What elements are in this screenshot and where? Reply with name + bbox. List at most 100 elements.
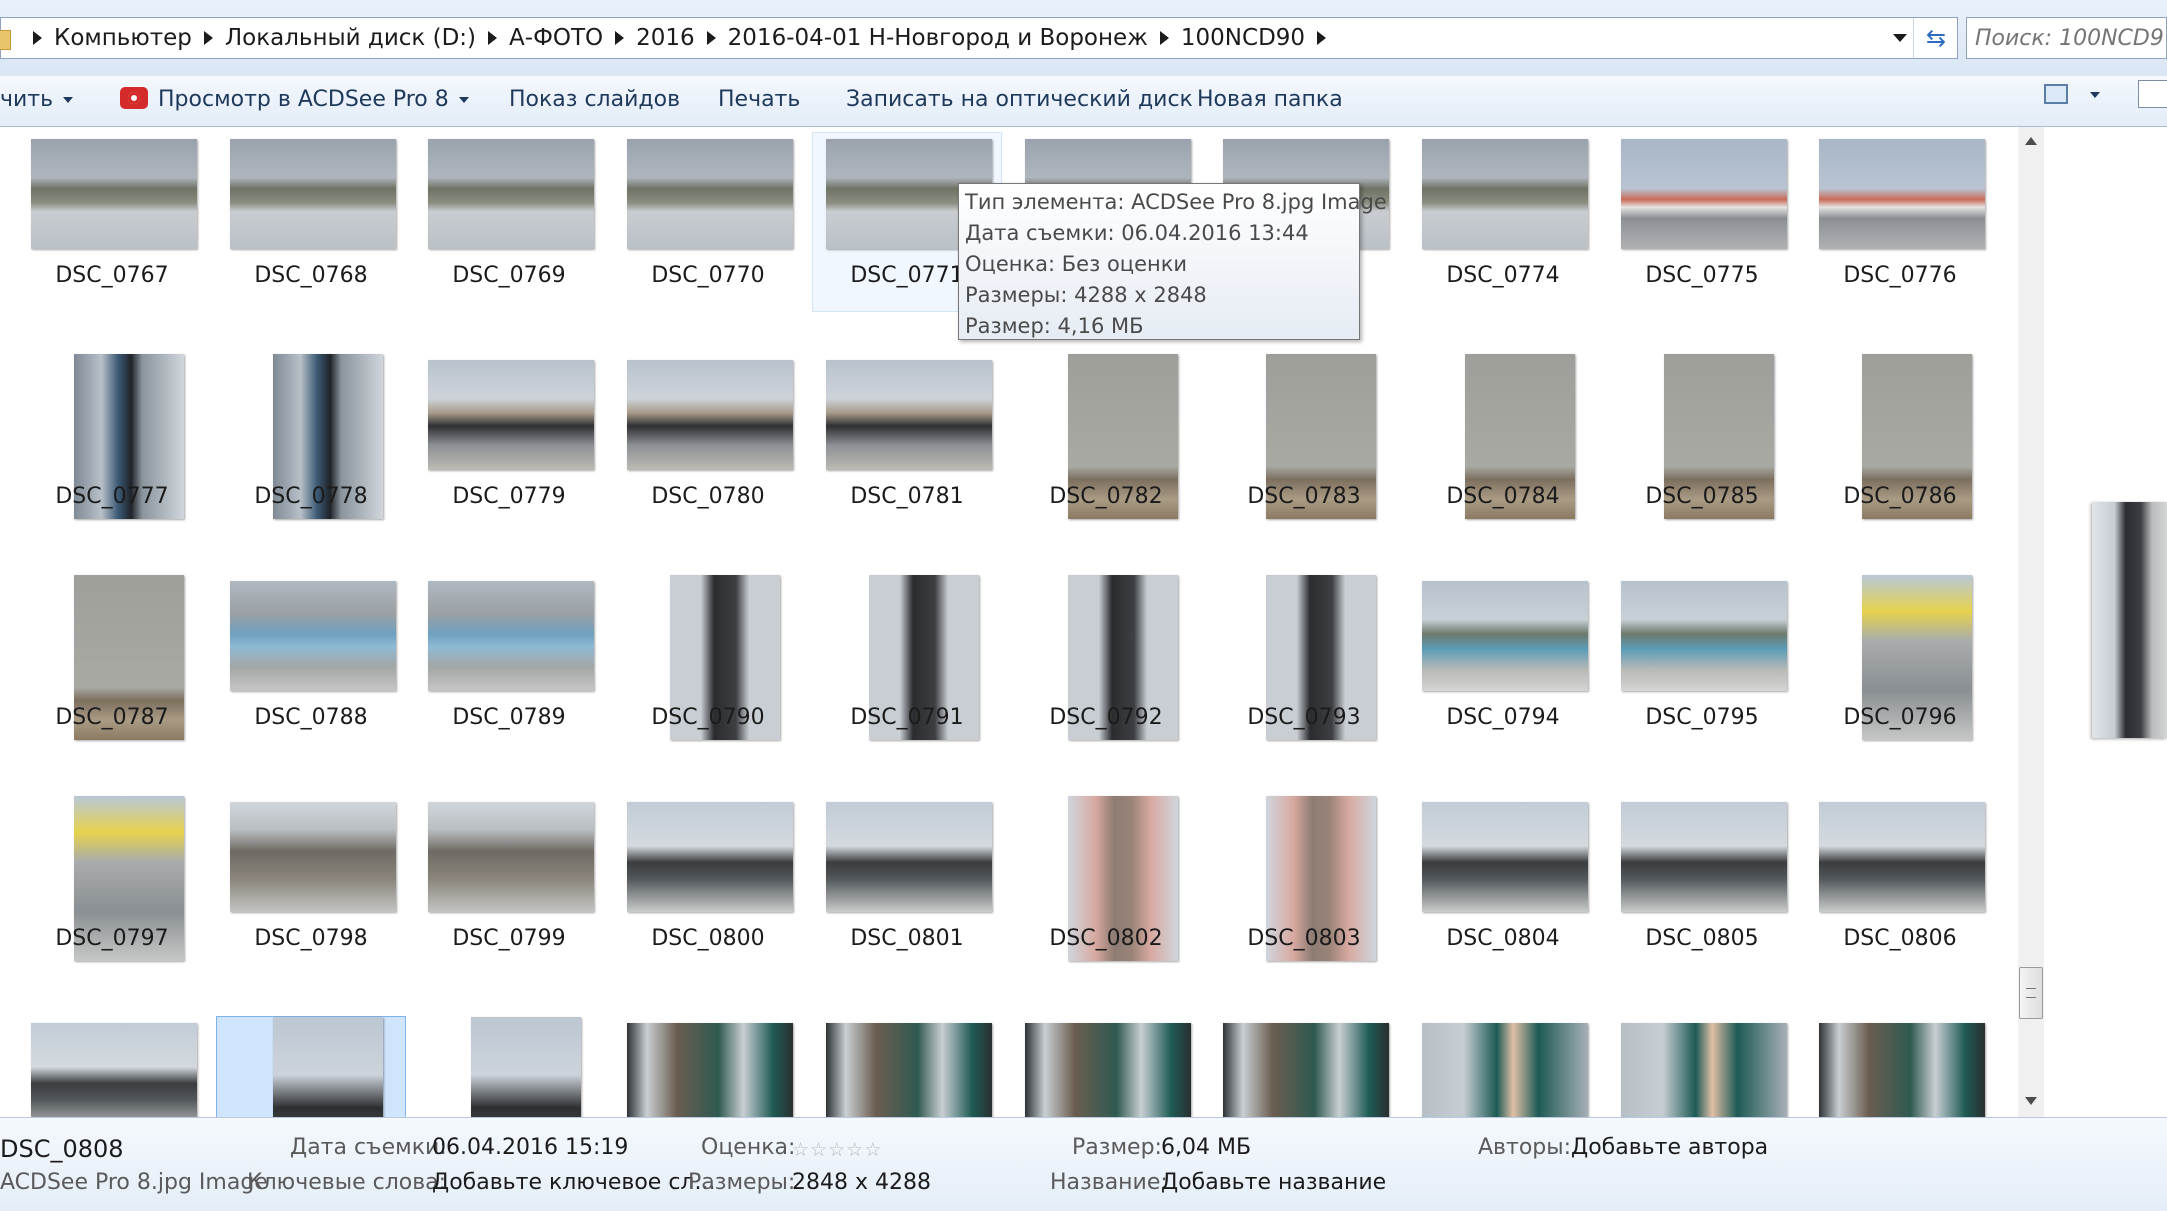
file-item[interactable]: DSC_0792	[1011, 574, 1201, 754]
chevron-right-icon[interactable]	[706, 31, 716, 45]
search-box[interactable]	[1966, 17, 2167, 59]
star-icon[interactable]: ☆	[810, 1139, 827, 1161]
file-item[interactable]	[1805, 1016, 1995, 1117]
breadcrumb-item-a-foto[interactable]: А-ФОТО	[509, 25, 603, 51]
burn-disc-button[interactable]: Записать на оптический диск	[846, 76, 1193, 126]
file-item[interactable]: DSC_0778	[216, 353, 406, 533]
address-history-dropdown[interactable]	[1889, 18, 1911, 58]
rating-stars[interactable]: ☆ ☆ ☆ ☆ ☆	[792, 1139, 882, 1161]
preview-pane-icon[interactable]	[2138, 80, 2167, 108]
file-item[interactable]: DSC_0786	[1805, 353, 1995, 533]
file-item[interactable]: DSC_0797	[17, 795, 207, 975]
thumbnail-image[interactable]	[428, 802, 594, 912]
thumbnail-image[interactable]	[471, 1017, 581, 1117]
file-item[interactable]: DSC_0789	[414, 574, 604, 754]
file-item[interactable]	[17, 1016, 207, 1117]
file-item[interactable]	[812, 1016, 1002, 1117]
thumbnail-image[interactable]	[1621, 1023, 1787, 1117]
date-value[interactable]: 06.04.2016 15:19	[432, 1135, 628, 1160]
chevron-down-icon[interactable]	[2090, 92, 2100, 98]
file-item[interactable]: DSC_0770	[613, 132, 803, 312]
file-item[interactable]: DSC_0793	[1209, 574, 1399, 754]
file-item[interactable]: DSC_0785	[1607, 353, 1797, 533]
scroll-thumb[interactable]	[2019, 967, 2043, 1019]
thumbnail-image[interactable]	[230, 802, 396, 912]
thumbnail-image[interactable]	[1621, 802, 1787, 912]
title-field[interactable]: Добавьте название	[1161, 1170, 1386, 1195]
keywords-field[interactable]: Добавьте ключевое сл...	[432, 1170, 715, 1195]
thumbnail-image[interactable]	[1819, 802, 1985, 912]
file-item[interactable]: DSC_0774	[1408, 132, 1598, 312]
breadcrumb-item-local-disk[interactable]: Локальный диск (D:)	[225, 25, 476, 51]
thumbnail-image[interactable]	[1025, 1023, 1191, 1117]
file-item[interactable]: DSC_0798	[216, 795, 406, 975]
file-item[interactable]: DSC_0783	[1209, 353, 1399, 533]
thumbnail-image[interactable]	[1422, 802, 1588, 912]
refresh-icon[interactable]: ⇆	[1913, 18, 1958, 58]
authors-field[interactable]: Добавьте автора	[1571, 1135, 1768, 1160]
file-item[interactable]: DSC_0782	[1011, 353, 1201, 533]
file-item[interactable]: DSC_0804	[1408, 795, 1598, 975]
file-item[interactable]: DSC_0799	[414, 795, 604, 975]
file-item[interactable]: DSC_0788	[216, 574, 406, 754]
file-item[interactable]: DSC_0794	[1408, 574, 1598, 754]
file-item[interactable]: DSC_0781	[812, 353, 1002, 533]
chevron-right-icon[interactable]	[33, 31, 42, 45]
thumbnail-image[interactable]	[1819, 139, 1985, 249]
file-item[interactable]: DSC_0791	[812, 574, 1002, 754]
star-icon[interactable]: ☆	[846, 1139, 863, 1161]
vertical-scrollbar[interactable]	[2018, 127, 2044, 1117]
view-options-icon[interactable]	[2044, 84, 2068, 104]
file-item[interactable]: DSC_0800	[613, 795, 803, 975]
file-item[interactable]: DSC_0779	[414, 353, 604, 533]
file-item[interactable]: DSC_0784	[1408, 353, 1598, 533]
thumbnail-image[interactable]	[31, 139, 197, 249]
file-item[interactable]: DSC_0775	[1607, 132, 1797, 312]
scroll-down-arrow-icon[interactable]	[2025, 1097, 2037, 1105]
slideshow-button[interactable]: Показ слайдов	[509, 76, 680, 126]
thumbnail-image[interactable]	[428, 139, 594, 249]
file-item[interactable]	[613, 1016, 803, 1117]
search-input[interactable]	[1975, 18, 2165, 58]
file-item[interactable]: DSC_0795	[1607, 574, 1797, 754]
thumbnail-image[interactable]	[826, 360, 992, 470]
thumbnail-image[interactable]	[31, 1023, 197, 1117]
thumbnail-image[interactable]	[428, 360, 594, 470]
breadcrumb-item-computer[interactable]: Компьютер	[54, 25, 192, 51]
file-item[interactable]: DSC_0769	[414, 132, 604, 312]
thumbnail-image[interactable]	[428, 581, 594, 691]
breadcrumb-item-100ncd90[interactable]: 100NCD90	[1181, 25, 1305, 51]
scroll-up-arrow-icon[interactable]	[2025, 137, 2037, 145]
file-item[interactable]: DSC_0796	[1805, 574, 1995, 754]
file-item[interactable]: DSC_0768	[216, 132, 406, 312]
file-item[interactable]: DSC_0777	[17, 353, 207, 533]
thumbnail-image[interactable]	[627, 360, 793, 470]
thumbnail-image[interactable]	[230, 581, 396, 691]
file-item[interactable]	[1011, 1016, 1201, 1117]
file-item[interactable]	[414, 1016, 604, 1117]
star-icon[interactable]: ☆	[792, 1139, 809, 1161]
thumbnail-image[interactable]	[1819, 1023, 1985, 1117]
file-item[interactable]	[1209, 1016, 1399, 1117]
new-folder-button[interactable]: Новая папка	[1197, 76, 1343, 126]
thumbnail-image[interactable]	[627, 139, 793, 249]
breadcrumb-item-trip-folder[interactable]: 2016-04-01 Н-Новгород и Воронеж	[728, 25, 1148, 51]
file-item[interactable]: DSC_0790	[613, 574, 803, 754]
file-item[interactable]	[1408, 1016, 1598, 1117]
chevron-right-icon[interactable]	[1159, 31, 1169, 45]
thumbnail-image[interactable]	[627, 802, 793, 912]
file-item[interactable]	[1607, 1016, 1797, 1117]
file-item[interactable]: DSC_0806	[1805, 795, 1995, 975]
thumbnail-image[interactable]	[273, 1017, 383, 1117]
file-item[interactable]: DSC_0801	[812, 795, 1002, 975]
file-item[interactable]: DSC_0776	[1805, 132, 1995, 312]
file-item[interactable]: DSC_0780	[613, 353, 803, 533]
file-item[interactable]: DSC_0767	[17, 132, 207, 312]
chevron-right-icon[interactable]	[203, 31, 213, 45]
thumbnail-image[interactable]	[627, 1023, 793, 1117]
thumbnail-image[interactable]	[826, 1023, 992, 1117]
breadcrumb-item-2016[interactable]: 2016	[636, 25, 695, 51]
thumbnail-image[interactable]	[1422, 581, 1588, 691]
organize-button[interactable]: чить	[0, 76, 74, 126]
address-bar[interactable]: Компьютер Локальный диск (D:) А-ФОТО 201…	[0, 17, 1958, 59]
